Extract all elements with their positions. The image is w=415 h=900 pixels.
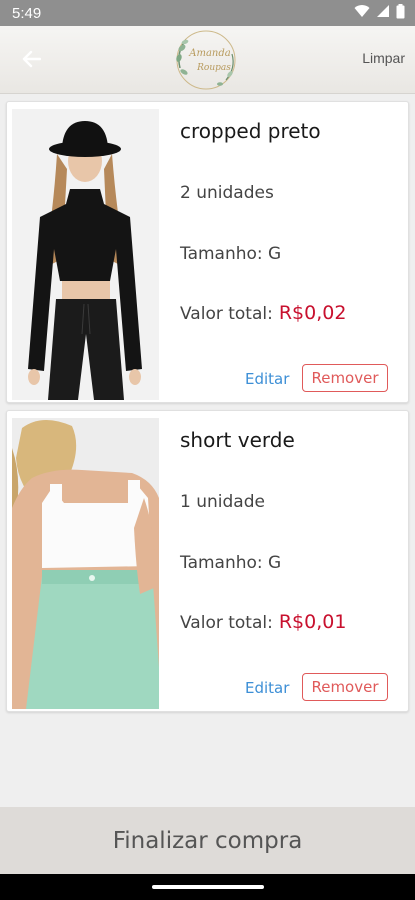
logo-text-line1: Amanda bbox=[188, 48, 231, 59]
clear-cart-button[interactable]: Limpar bbox=[362, 50, 405, 66]
total-label: Valor total: bbox=[180, 613, 273, 633]
back-button[interactable] bbox=[14, 44, 48, 78]
cart-item-card: cropped preto 2 unidades Tamanho: G Valo… bbox=[6, 101, 409, 403]
status-icons bbox=[354, 3, 405, 23]
product-image-short bbox=[12, 418, 159, 709]
cart-list: cropped preto 2 unidades Tamanho: G Valo… bbox=[6, 101, 409, 719]
wifi-icon bbox=[354, 4, 370, 22]
product-total: Valor total: R$0,01 bbox=[180, 611, 346, 633]
product-name: short verde bbox=[180, 428, 295, 452]
total-price: R$0,01 bbox=[278, 611, 347, 633]
product-size: Tamanho: G bbox=[180, 553, 282, 573]
product-total: Valor total: R$0,02 bbox=[180, 302, 346, 324]
product-quantity: 1 unidade bbox=[180, 492, 265, 512]
product-quantity: 2 unidades bbox=[180, 183, 274, 203]
remove-button[interactable]: Remover bbox=[302, 673, 388, 701]
signal-icon bbox=[376, 4, 390, 22]
checkout-button[interactable]: Finalizar compra bbox=[0, 807, 415, 874]
logo-text-line2: Roupas bbox=[196, 63, 231, 73]
home-indicator[interactable] bbox=[152, 885, 264, 889]
product-name: cropped preto bbox=[180, 119, 321, 143]
remove-button[interactable]: Remover bbox=[302, 364, 388, 392]
system-nav-bar bbox=[0, 874, 415, 900]
product-image-cropped bbox=[12, 109, 159, 400]
product-size: Tamanho: G bbox=[180, 244, 282, 264]
status-time: 5:49 bbox=[12, 4, 42, 22]
arrow-left-icon bbox=[21, 50, 42, 72]
battery-icon bbox=[396, 3, 405, 23]
edit-button[interactable]: Editar bbox=[245, 679, 289, 697]
cart-item-card: short verde 1 unidade Tamanho: G Valor t… bbox=[6, 410, 409, 712]
edit-button[interactable]: Editar bbox=[245, 370, 289, 388]
total-label: Valor total: bbox=[180, 304, 273, 324]
app-bar: Amanda Roupas Limpar bbox=[0, 26, 415, 94]
total-price: R$0,02 bbox=[278, 302, 347, 324]
brand-logo: Amanda Roupas bbox=[170, 28, 242, 92]
status-bar: 5:49 bbox=[0, 0, 415, 26]
